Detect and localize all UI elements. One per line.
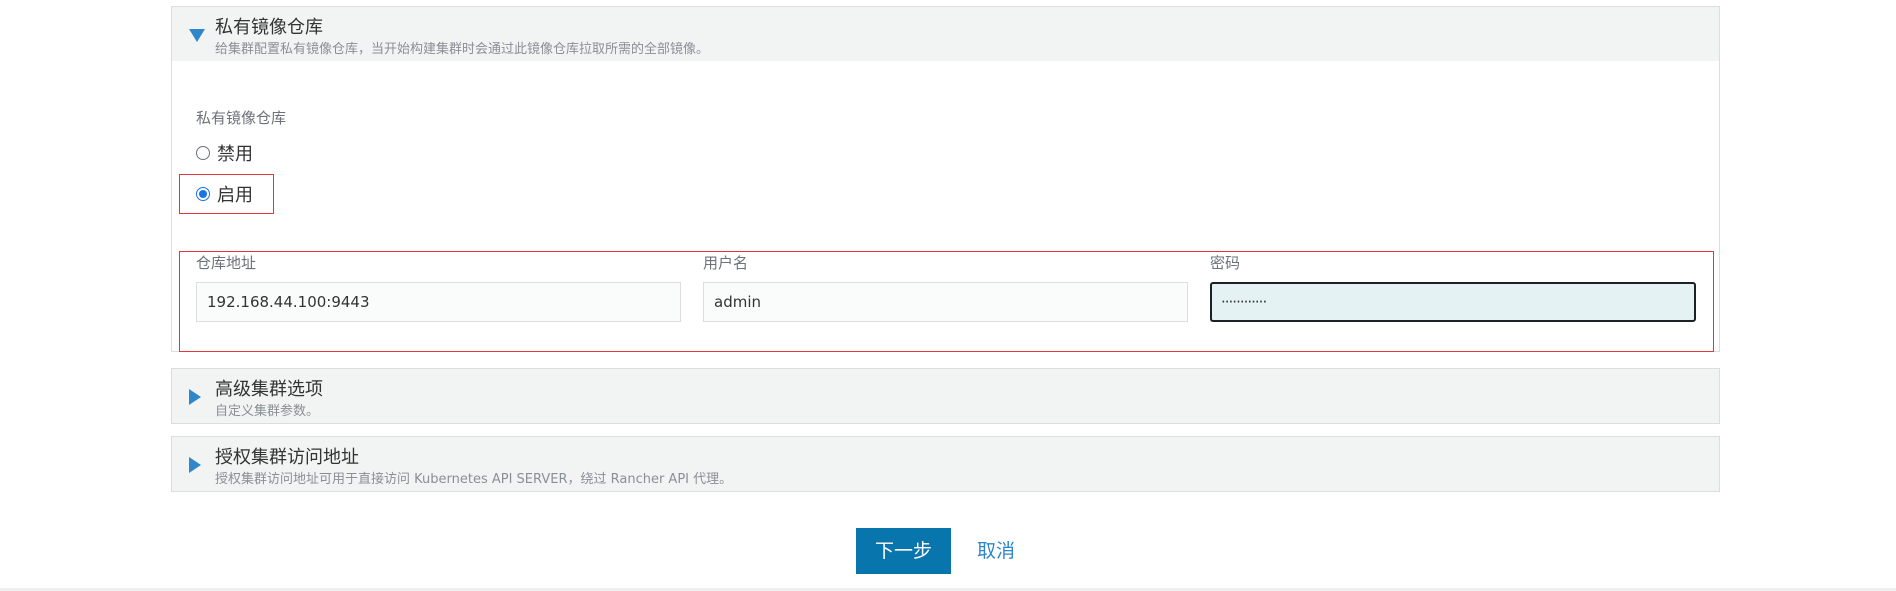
username-input[interactable]: admin bbox=[703, 282, 1188, 322]
caret-down-icon[interactable] bbox=[189, 29, 205, 42]
authorized-endpoint-subtitle: 授权集群访问地址可用于直接访问 Kubernetes API SERVER，绕过… bbox=[215, 472, 733, 487]
radio-enabled-label: 启用 bbox=[217, 185, 253, 206]
authorized-endpoint-header[interactable]: 授权集群访问地址 授权集群访问地址可用于直接访问 Kubernetes API … bbox=[172, 437, 1719, 491]
radio-enabled-button[interactable] bbox=[196, 187, 210, 201]
private-registry-subtitle: 给集群配置私有镜像仓库，当开始构建集群时会通过此镜像仓库拉取所需的全部镜像。 bbox=[215, 42, 710, 57]
page: 私有镜像仓库 给集群配置私有镜像仓库，当开始构建集群时会通过此镜像仓库拉取所需的… bbox=[0, 0, 1896, 591]
advanced-options-subtitle: 自定义集群参数。 bbox=[215, 404, 320, 419]
private-registry-title: 私有镜像仓库 bbox=[215, 17, 323, 38]
password-input[interactable]: ············ bbox=[1210, 282, 1696, 322]
username-label: 用户名 bbox=[703, 254, 749, 272]
advanced-options-section: 高级集群选项 自定义集群参数。 bbox=[171, 368, 1720, 424]
radio-option-disabled[interactable]: 禁用 bbox=[196, 141, 253, 165]
authorized-endpoint-section: 授权集群访问地址 授权集群访问地址可用于直接访问 Kubernetes API … bbox=[171, 436, 1720, 492]
cancel-button[interactable]: 取消 bbox=[977, 528, 1015, 574]
advanced-options-title: 高级集群选项 bbox=[215, 379, 323, 400]
private-registry-section: 私有镜像仓库 给集群配置私有镜像仓库，当开始构建集群时会通过此镜像仓库拉取所需的… bbox=[171, 6, 1720, 352]
registry-url-label: 仓库地址 bbox=[196, 254, 257, 272]
caret-right-icon[interactable] bbox=[189, 389, 201, 405]
private-registry-header[interactable]: 私有镜像仓库 给集群配置私有镜像仓库，当开始构建集群时会通过此镜像仓库拉取所需的… bbox=[172, 7, 1719, 61]
private-registry-body: 私有镜像仓库 禁用 启用 仓库地址 192.168.44.100:9443 用户… bbox=[172, 61, 1719, 352]
caret-right-icon[interactable] bbox=[189, 457, 201, 473]
password-label: 密码 bbox=[1210, 254, 1241, 272]
radio-option-enabled[interactable]: 启用 bbox=[196, 182, 253, 206]
radio-disabled-button[interactable] bbox=[196, 146, 210, 160]
registry-url-input[interactable]: 192.168.44.100:9443 bbox=[196, 282, 681, 322]
private-registry-field-label: 私有镜像仓库 bbox=[196, 109, 287, 127]
advanced-options-header[interactable]: 高级集群选项 自定义集群参数。 bbox=[172, 369, 1719, 423]
radio-disabled-label: 禁用 bbox=[217, 144, 253, 165]
next-button[interactable]: 下一步 bbox=[856, 528, 951, 574]
authorized-endpoint-title: 授权集群访问地址 bbox=[215, 447, 359, 468]
